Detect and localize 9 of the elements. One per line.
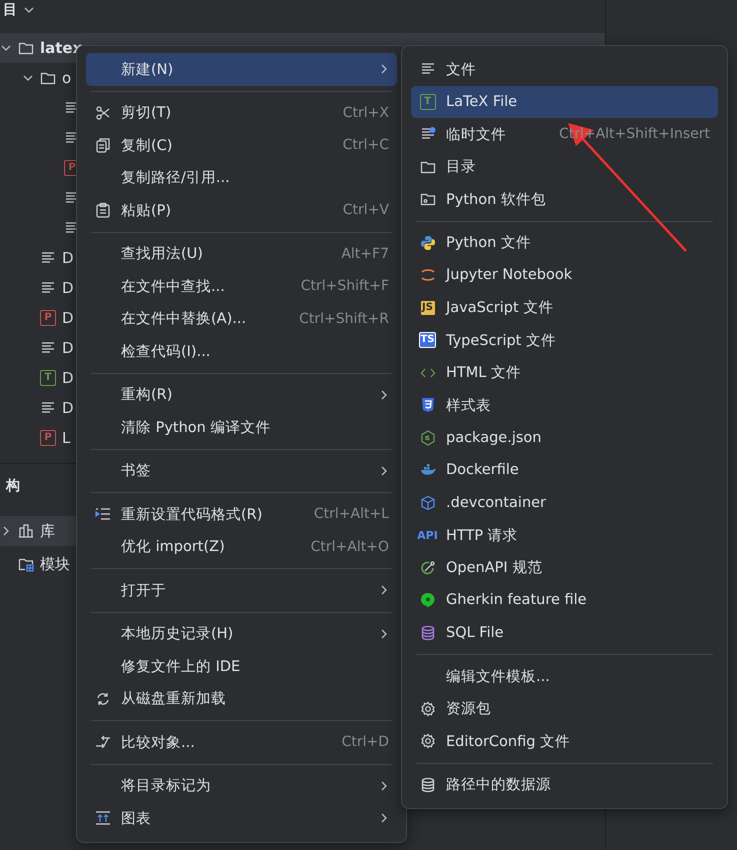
panel-title: 构 [6, 477, 20, 495]
file-type-icon: T [420, 94, 436, 110]
file-type-icon: JS [420, 300, 436, 316]
panel-title: 目 [3, 1, 17, 19]
file-type-icon: T [40, 370, 56, 386]
file-type-icon: API [419, 528, 436, 542]
file-type-icon: P [40, 310, 56, 326]
file-type-icon: TS [419, 332, 436, 348]
file-type-icon: P [40, 430, 56, 446]
